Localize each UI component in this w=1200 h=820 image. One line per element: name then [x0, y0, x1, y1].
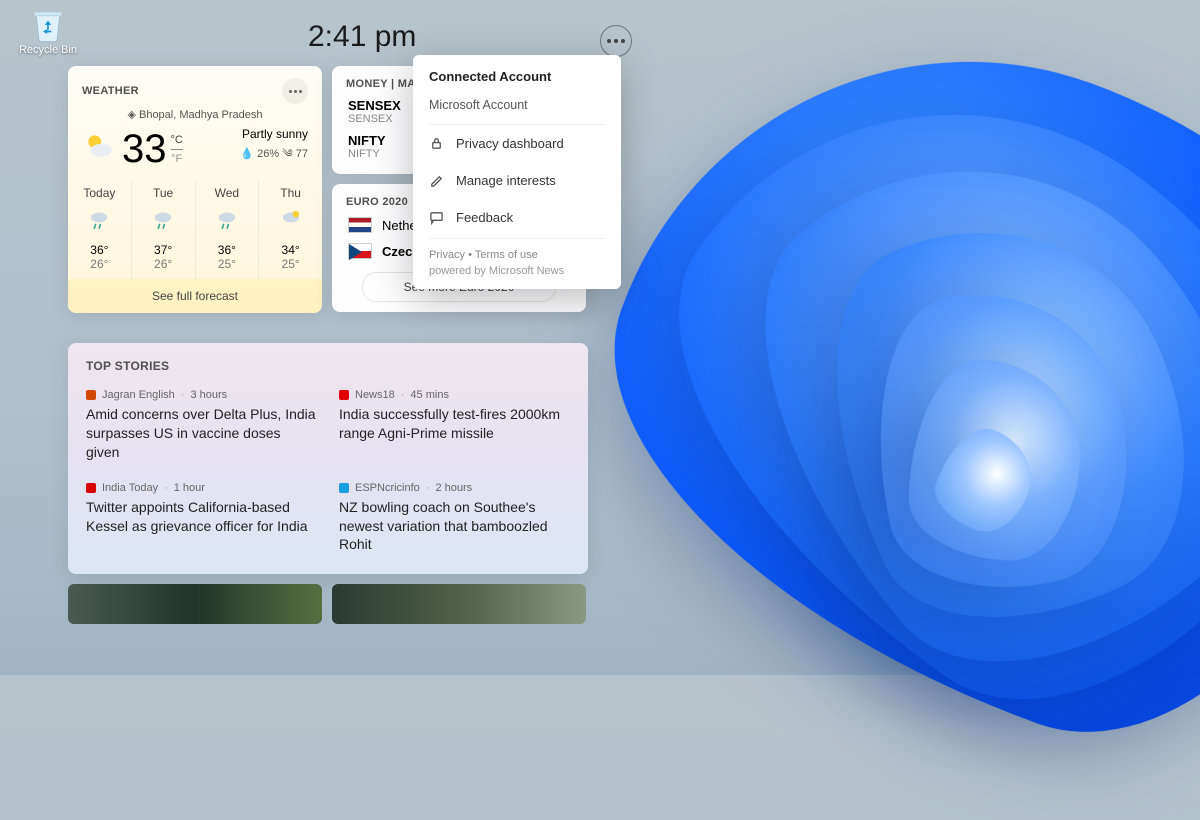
- story-item[interactable]: India Today · 1 hour Twitter appoints Ca…: [86, 482, 317, 555]
- forecast-day[interactable]: Tue 37°26°: [132, 180, 196, 279]
- story-item[interactable]: Jagran English · 3 hours Amid concerns o…: [86, 389, 317, 462]
- tile-photo-1[interactable]: [68, 584, 322, 624]
- rain-icon: [86, 206, 112, 232]
- see-full-forecast[interactable]: See full forecast: [68, 279, 322, 313]
- popover-legal: Privacy • Terms of use: [429, 238, 605, 261]
- weather-condition: Partly sunny: [240, 127, 308, 141]
- partly-sunny-icon: [278, 206, 304, 232]
- tile-photo-2[interactable]: [332, 584, 586, 624]
- weather-header: WEATHER: [82, 85, 139, 97]
- clock-time: 2:41 pm: [308, 20, 628, 54]
- forecast-day[interactable]: Thu 34°25°: [259, 180, 322, 279]
- menu-item-chat[interactable]: Feedback: [429, 199, 605, 236]
- forecast-day[interactable]: Wed 36°25°: [196, 180, 260, 279]
- weather-units[interactable]: °C°F: [171, 133, 183, 166]
- flag-cz-icon: [348, 243, 372, 259]
- source-icon: [86, 483, 96, 493]
- rain-icon: [150, 206, 176, 232]
- top-stories-card[interactable]: TOP STORIES Jagran English · 3 hours Ami…: [68, 343, 588, 574]
- weather-forecast: Today 36°26°Tue 37°26°Wed 36°25°Thu 34°2…: [68, 180, 322, 279]
- lock-icon: [429, 136, 444, 151]
- terms-link[interactable]: Terms of use: [475, 249, 538, 261]
- account-popover: Connected Account Microsoft Account Priv…: [413, 55, 621, 289]
- weather-temp: 33: [122, 127, 167, 172]
- source-icon: [339, 390, 349, 400]
- weather-meta: 💧 26% ༄ 77: [240, 141, 308, 172]
- forecast-day[interactable]: Today 36°26°: [68, 180, 132, 279]
- euro-header: EURO 2020: [346, 196, 408, 208]
- story-item[interactable]: News18 · 45 mins India successfully test…: [339, 389, 570, 462]
- top-stories-header: TOP STORIES: [86, 359, 169, 373]
- powered-by: powered by Microsoft News: [429, 265, 605, 277]
- menu-item-lock[interactable]: Privacy dashboard: [429, 125, 605, 162]
- popover-account: Microsoft Account: [429, 98, 605, 125]
- weather-location: ◈ Bhopal, Madhya Pradesh: [68, 108, 322, 121]
- weather-more-button[interactable]: [282, 78, 308, 104]
- popover-title: Connected Account: [429, 69, 605, 84]
- pencil-icon: [429, 173, 444, 188]
- partly-sunny-icon: [82, 129, 116, 163]
- weather-card[interactable]: WEATHER ◈ Bhopal, Madhya Pradesh 33 °C°F…: [68, 66, 322, 313]
- story-item[interactable]: ESPNcricinfo · 2 hours NZ bowling coach …: [339, 482, 570, 555]
- recycle-bin-icon: [28, 4, 68, 44]
- menu-item-pencil[interactable]: Manage interests: [429, 162, 605, 199]
- privacy-link[interactable]: Privacy: [429, 249, 465, 261]
- source-icon: [86, 390, 96, 400]
- source-icon: [339, 483, 349, 493]
- rain-icon: [214, 206, 240, 232]
- chat-icon: [429, 210, 444, 225]
- flag-nl-icon: [348, 217, 372, 233]
